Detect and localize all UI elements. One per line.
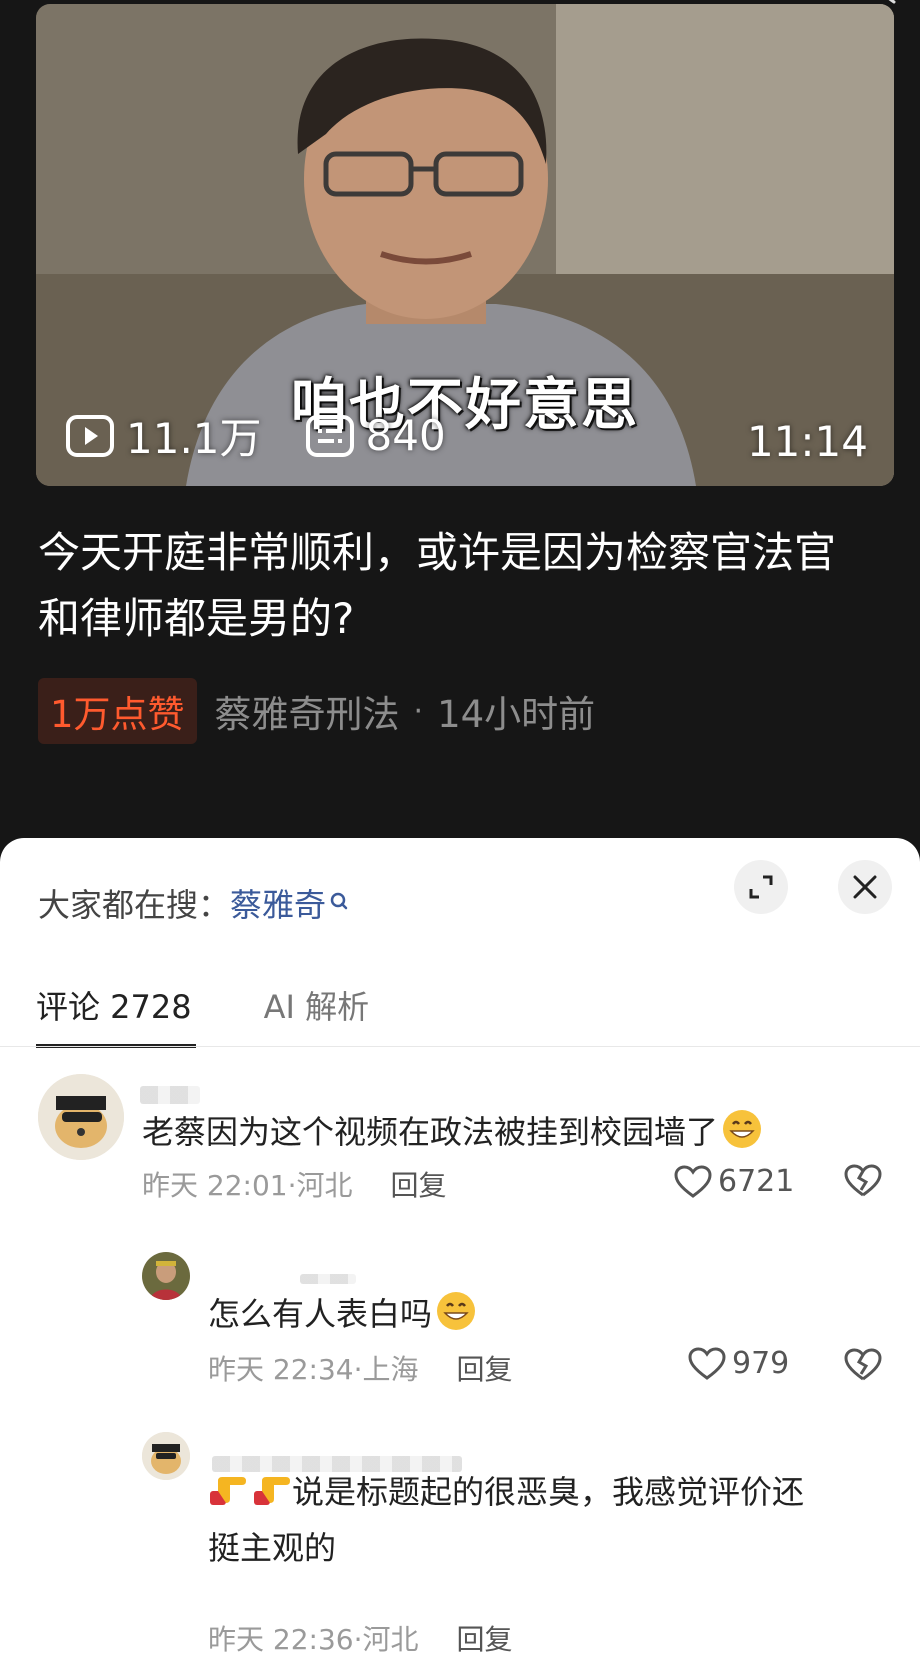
like-button[interactable]: 979	[688, 1346, 789, 1381]
video-duration: 11:14	[746, 417, 868, 466]
pointing-hand-icon	[210, 1477, 246, 1505]
like-button[interactable]: 6721	[674, 1164, 794, 1199]
author-name[interactable]: 蔡雅奇刑法	[215, 684, 400, 738]
heart-icon	[688, 1346, 726, 1380]
avatar[interactable]	[142, 1432, 190, 1480]
username-blurred	[140, 1086, 200, 1104]
comment-text: 老蔡因为这个视频在政法被挂到校园墙了	[142, 1104, 762, 1160]
like-count: 979	[732, 1346, 790, 1381]
grinning-face-icon	[723, 1110, 762, 1148]
comment-time-location: 昨天 22:34·上海	[208, 1353, 419, 1386]
comment-sheet: 大家都在搜： 蔡雅奇 评论 2728 AI 解析 老蔡因为这个视频在政法被挂到校…	[0, 838, 920, 1654]
broken-heart-icon[interactable]	[844, 1348, 882, 1382]
comment-meta: 昨天 22:36·河北 回复	[208, 1618, 513, 1654]
comment-text: 怎么有人表白吗	[208, 1286, 476, 1342]
broken-heart-icon[interactable]	[844, 1164, 882, 1198]
play-icon	[66, 414, 114, 457]
video-title[interactable]: 今天开庭非常顺利，或许是因为检察官法官和律师都是男的?	[38, 520, 858, 652]
like-count-badge: 1万点赞	[38, 678, 197, 744]
play-count: 11.1万	[66, 405, 262, 466]
video-player[interactable]: 咱也不好意思 11.1万 840 11:14	[36, 4, 894, 486]
comment-time-location: 昨天 22:36·河北	[208, 1623, 419, 1654]
comment-time-location: 昨天 22:01·河北	[142, 1169, 353, 1202]
trending-search-hint[interactable]: 大家都在搜： 蔡雅奇	[38, 880, 348, 926]
comment-text: 说是标题起的很恶臭，我感觉评价还 挺主观的	[208, 1464, 868, 1576]
grinning-face-icon	[437, 1292, 476, 1330]
pointing-hand-icon	[254, 1477, 290, 1505]
reply-button[interactable]: 回复	[391, 1164, 447, 1204]
reply-button[interactable]: 回复	[457, 1618, 513, 1654]
meta-separator: ·	[413, 693, 424, 729]
tabs-divider	[0, 1046, 920, 1047]
comment-meta: 昨天 22:34·上海 回复	[208, 1348, 513, 1388]
video-meta-row: 1万点赞 蔡雅奇刑法 · 14小时前	[38, 678, 595, 744]
search-icon	[330, 892, 348, 910]
reply-button[interactable]: 回复	[457, 1348, 513, 1388]
search-hint-keyword[interactable]: 蔡雅奇	[230, 880, 326, 926]
heart-icon	[674, 1164, 712, 1198]
close-button[interactable]	[838, 860, 892, 914]
dog-avatar-icon	[142, 1432, 190, 1480]
danmaku-icon	[305, 414, 354, 457]
danmaku-count: 840	[305, 411, 446, 460]
close-icon	[853, 875, 877, 899]
dog-avatar-icon	[38, 1074, 124, 1160]
username-blurred	[300, 1274, 356, 1284]
avatar[interactable]	[38, 1074, 124, 1160]
person-avatar-icon	[142, 1252, 190, 1300]
comment-meta: 昨天 22:01·河北 回复	[142, 1164, 447, 1204]
tab-comments[interactable]: 评论 2728	[36, 982, 196, 1048]
play-count-value: 11.1万	[126, 414, 262, 463]
expand-icon	[749, 875, 773, 899]
tab-ai-analysis[interactable]: AI 解析	[264, 982, 370, 1028]
search-hint-prefix: 大家都在搜：	[38, 886, 231, 924]
danmaku-count-value: 840	[365, 411, 446, 460]
avatar[interactable]	[142, 1252, 190, 1300]
like-count: 6721	[718, 1164, 795, 1199]
expand-button[interactable]	[734, 860, 788, 914]
comment-tabs: 评论 2728 AI 解析	[36, 982, 441, 1048]
post-time: 14小时前	[437, 693, 596, 736]
